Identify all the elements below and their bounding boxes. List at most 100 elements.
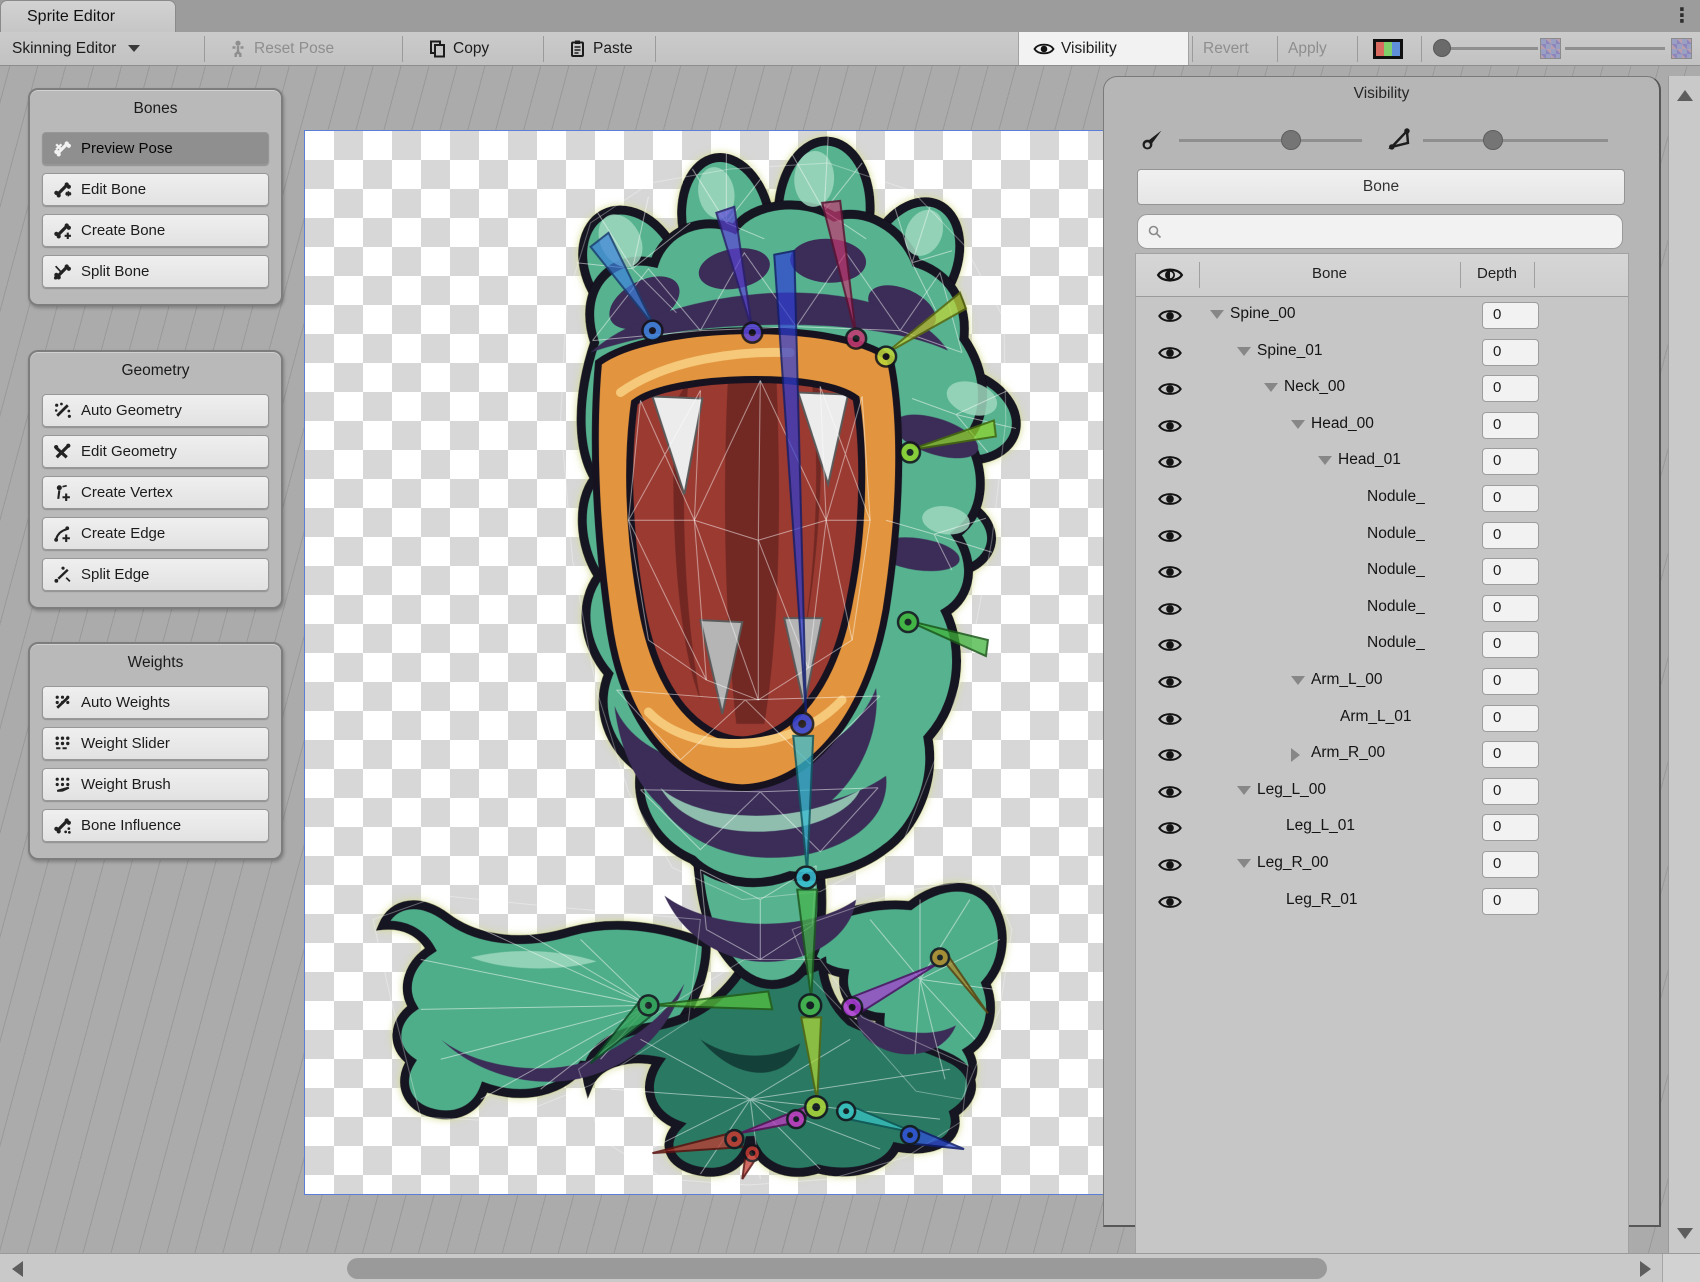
mesh-opacity-slider-track[interactable] — [1423, 139, 1608, 142]
bone-row[interactable]: Nodule_0 — [1136, 626, 1628, 663]
foldout-closed-icon[interactable] — [1291, 748, 1300, 762]
depth-input[interactable]: 0 — [1482, 705, 1539, 732]
scroll-up-icon[interactable] — [1677, 90, 1693, 101]
eye-toggle-icon[interactable] — [1152, 708, 1188, 730]
bone-row[interactable]: Neck_000 — [1136, 370, 1628, 407]
create-bone-button[interactable]: Create Bone — [42, 214, 269, 247]
bone-influence-button[interactable]: Bone Influence — [42, 809, 269, 842]
bone-row[interactable]: Leg_L_010 — [1136, 809, 1628, 846]
weight-slider-button[interactable]: Weight Slider — [42, 727, 269, 760]
eye-toggle-icon[interactable] — [1152, 342, 1188, 364]
foldout-open-icon[interactable] — [1291, 420, 1305, 429]
eye-toggle-icon[interactable] — [1152, 634, 1188, 656]
depth-input[interactable]: 0 — [1482, 485, 1539, 512]
visibility-toggle-button[interactable]: Visibility — [1018, 32, 1189, 65]
depth-input[interactable]: 0 — [1482, 595, 1539, 622]
bone-row[interactable]: Leg_L_000 — [1136, 773, 1628, 810]
foldout-open-icon[interactable] — [1291, 676, 1305, 685]
bone-row[interactable]: Nodule_0 — [1136, 480, 1628, 517]
depth-input[interactable]: 0 — [1482, 339, 1539, 366]
create-vertex-button[interactable]: Create Vertex — [42, 476, 269, 509]
vertical-scrollbar[interactable] — [1668, 76, 1700, 1253]
depth-input[interactable]: 0 — [1482, 375, 1539, 402]
tab-sprite-editor[interactable]: Sprite Editor — [0, 0, 176, 32]
split-bone-button[interactable]: Split Bone — [42, 255, 269, 288]
horizontal-scrollbar[interactable] — [0, 1253, 1700, 1282]
bone-row[interactable]: Arm_R_000 — [1136, 736, 1628, 773]
scroll-down-icon[interactable] — [1677, 1228, 1693, 1239]
bone-opacity-slider-track[interactable] — [1179, 139, 1362, 142]
eye-toggle-icon[interactable] — [1152, 854, 1188, 876]
depth-input[interactable]: 0 — [1482, 888, 1539, 915]
eye-toggle-icon[interactable] — [1152, 305, 1188, 327]
bone-opacity-slider-knob[interactable] — [1281, 130, 1301, 150]
copy-button[interactable]: Copy — [428, 32, 489, 65]
eye-toggle-icon[interactable] — [1152, 561, 1188, 583]
create-edge-button[interactable]: Create Edge — [42, 517, 269, 550]
depth-input[interactable]: 0 — [1482, 778, 1539, 805]
search-input[interactable] — [1163, 223, 1603, 241]
eye-toggle-icon[interactable] — [1152, 488, 1188, 510]
depth-input[interactable]: 0 — [1482, 302, 1539, 329]
auto-weights-button[interactable]: Auto Weights — [42, 686, 269, 719]
eye-toggle-icon[interactable] — [1152, 451, 1188, 473]
sprite-alpha-slider-knob[interactable] — [1433, 39, 1451, 57]
bone-row[interactable]: Head_010 — [1136, 443, 1628, 480]
eye-toggle-icon[interactable] — [1152, 744, 1188, 766]
foldout-open-icon[interactable] — [1237, 347, 1251, 356]
bone-row[interactable]: Arm_L_000 — [1136, 663, 1628, 700]
edit-geometry-button[interactable]: Edit Geometry — [42, 435, 269, 468]
preview-pose-button[interactable]: Preview Pose — [42, 132, 269, 165]
foldout-open-icon[interactable] — [1318, 456, 1332, 465]
apply-button[interactable]: Apply — [1288, 32, 1327, 65]
kebab-menu-icon[interactable]: ⋮ — [1668, 2, 1696, 30]
horizontal-scrollbar-thumb[interactable] — [347, 1258, 1327, 1279]
eye-toggle-icon[interactable] — [1152, 525, 1188, 547]
scroll-right-icon[interactable] — [1640, 1261, 1651, 1277]
mesh-alpha-slider-track[interactable] — [1565, 47, 1665, 50]
eye-toggle-icon[interactable] — [1152, 671, 1188, 693]
depth-input[interactable]: 0 — [1482, 668, 1539, 695]
depth-input[interactable]: 0 — [1482, 412, 1539, 439]
bone-row[interactable]: Nodule_0 — [1136, 517, 1628, 554]
bone-row[interactable]: Nodule_0 — [1136, 553, 1628, 590]
eye-toggle-icon[interactable] — [1152, 415, 1188, 437]
bone-row[interactable]: Arm_L_010 — [1136, 700, 1628, 737]
revert-button[interactable]: Revert — [1203, 32, 1249, 65]
eye-toggle-icon[interactable] — [1152, 817, 1188, 839]
foldout-open-icon[interactable] — [1237, 786, 1251, 795]
depth-input[interactable]: 0 — [1482, 851, 1539, 878]
skinning-editor-dropdown[interactable]: Skinning Editor — [12, 32, 140, 65]
split-edge-button[interactable]: Split Edge — [42, 558, 269, 591]
depth-input[interactable]: 0 — [1482, 448, 1539, 475]
auto-geometry-button[interactable]: Auto Geometry — [42, 394, 269, 427]
eye-toggle-icon[interactable] — [1152, 598, 1188, 620]
foldout-open-icon[interactable] — [1237, 859, 1251, 868]
eye-toggle-icon[interactable] — [1152, 781, 1188, 803]
reset-pose-button[interactable]: Reset Pose — [228, 32, 334, 65]
sprite-alpha-slider-track[interactable] — [1442, 47, 1538, 50]
depth-input[interactable]: 0 — [1482, 558, 1539, 585]
bone-row[interactable]: Head_000 — [1136, 407, 1628, 444]
bone-row[interactable]: Leg_R_000 — [1136, 846, 1628, 883]
depth-input[interactable]: 0 — [1482, 741, 1539, 768]
depth-input[interactable]: 0 — [1482, 814, 1539, 841]
edit-bone-button[interactable]: Edit Bone — [42, 173, 269, 206]
depth-input[interactable]: 0 — [1482, 522, 1539, 549]
tab-bone[interactable]: Bone — [1137, 169, 1625, 205]
bone-search-field[interactable] — [1137, 214, 1623, 249]
scroll-left-icon[interactable] — [12, 1261, 23, 1277]
bone-row[interactable]: Nodule_0 — [1136, 590, 1628, 627]
eye-toggle-icon[interactable] — [1152, 378, 1188, 400]
mesh-opacity-slider-knob[interactable] — [1483, 130, 1503, 150]
bone-row[interactable]: Leg_R_010 — [1136, 883, 1628, 920]
depth-input[interactable]: 0 — [1482, 631, 1539, 658]
bone-row[interactable]: Spine_010 — [1136, 334, 1628, 371]
eye-toggle-icon[interactable] — [1152, 891, 1188, 913]
foldout-open-icon[interactable] — [1210, 310, 1224, 319]
sprite-color-swatch-icon[interactable] — [1373, 39, 1403, 59]
weight-brush-button[interactable]: Weight Brush — [42, 768, 269, 801]
foldout-open-icon[interactable] — [1264, 383, 1278, 392]
paste-button[interactable]: Paste — [568, 32, 633, 65]
bone-row[interactable]: Spine_000 — [1136, 297, 1628, 334]
